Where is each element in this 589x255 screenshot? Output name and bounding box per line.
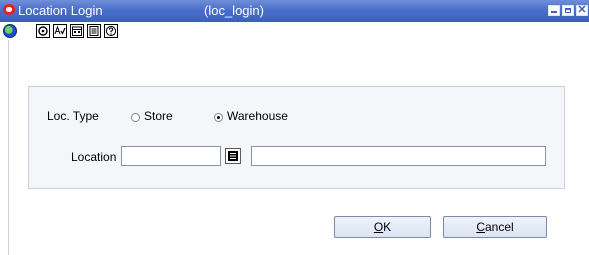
maximize-button[interactable] bbox=[562, 5, 574, 16]
cancel-label: ancel bbox=[484, 220, 514, 234]
form-frame-border bbox=[8, 40, 9, 255]
store-radio-label[interactable]: Store bbox=[144, 109, 173, 123]
oracle-logo-icon bbox=[3, 4, 15, 15]
window-title: Location Login bbox=[18, 3, 103, 18]
login-panel: Loc. Type Store Warehouse Location bbox=[28, 86, 565, 189]
help-icon[interactable] bbox=[104, 24, 118, 38]
calendar-icon[interactable] bbox=[70, 24, 84, 38]
location-login-window: Location Login (loc_login) ✕ Loc. Type S… bbox=[0, 0, 589, 255]
cancel-button[interactable]: Cancel bbox=[443, 216, 547, 238]
cancel-accel: C bbox=[476, 220, 485, 234]
location-input[interactable] bbox=[121, 146, 221, 166]
close-button[interactable]: ✕ bbox=[576, 5, 588, 16]
document-icon[interactable] bbox=[87, 24, 101, 38]
list-icon bbox=[228, 151, 238, 161]
toolbar bbox=[0, 22, 589, 40]
ok-label: K bbox=[383, 220, 392, 234]
store-radio[interactable] bbox=[131, 113, 140, 122]
form-code: (loc_login) bbox=[204, 3, 264, 18]
title-bar[interactable]: Location Login (loc_login) ✕ bbox=[0, 0, 589, 22]
warehouse-radio[interactable] bbox=[214, 113, 223, 122]
spell-check-icon[interactable] bbox=[53, 24, 67, 38]
globe-icon[interactable] bbox=[3, 24, 17, 38]
ok-accel: O bbox=[373, 220, 384, 234]
warehouse-radio-label[interactable]: Warehouse bbox=[227, 109, 288, 123]
minimize-button[interactable] bbox=[548, 5, 560, 16]
location-name-input[interactable] bbox=[251, 146, 546, 166]
ok-button[interactable]: OK bbox=[334, 216, 431, 238]
loc-type-label: Loc. Type bbox=[47, 109, 99, 123]
location-label: Location bbox=[71, 150, 117, 164]
list-of-values-button[interactable] bbox=[225, 148, 241, 164]
action-icon[interactable] bbox=[36, 24, 50, 38]
